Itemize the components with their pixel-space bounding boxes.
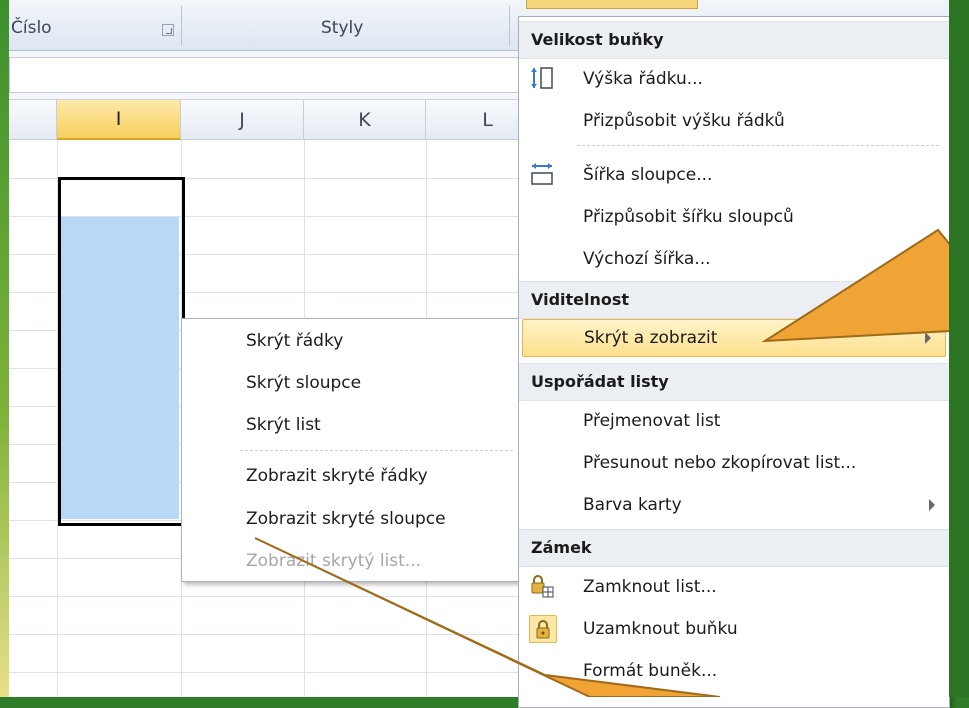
callout-arrow-top	[761, 228, 969, 343]
callout-arrow-bottom	[254, 537, 721, 697]
slide-frame-right	[949, 0, 969, 697]
callout-overlay	[254, 228, 969, 697]
